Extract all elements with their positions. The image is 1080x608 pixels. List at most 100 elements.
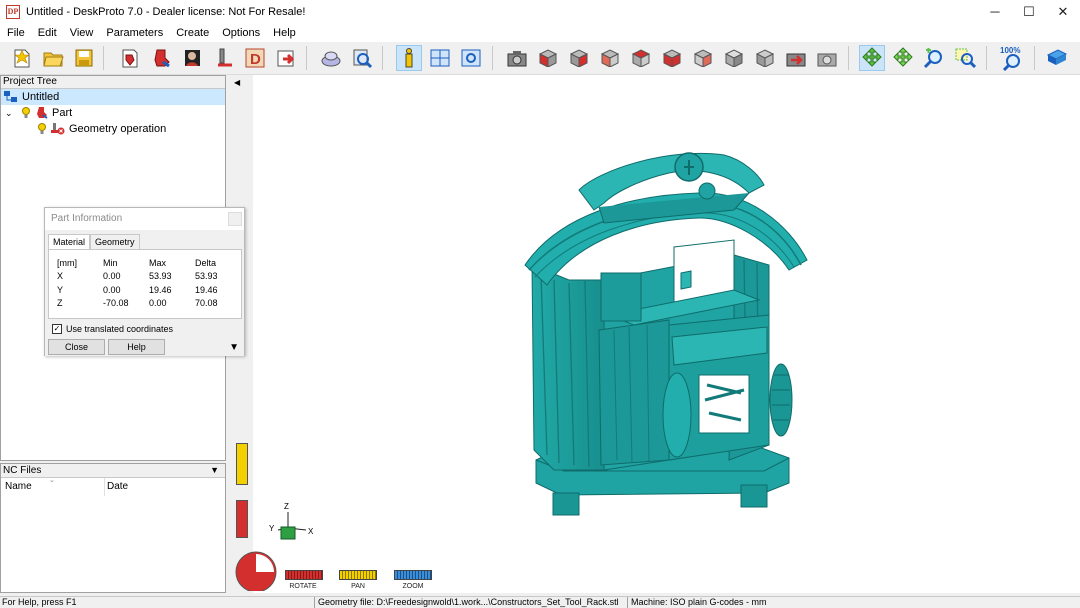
row-axis: X xyxy=(57,271,64,282)
pan-label: PAN xyxy=(351,583,365,590)
svg-text:D: D xyxy=(250,51,261,68)
zoom-mode-button[interactable] xyxy=(921,45,947,71)
collapse-arrow-icon[interactable]: ◀ xyxy=(234,78,240,87)
operation-error-icon xyxy=(51,123,65,135)
zoom-100-icon: 100% xyxy=(1000,46,1020,71)
camera-button[interactable] xyxy=(504,45,530,71)
dialog-title-bar[interactable]: Part Information xyxy=(45,208,244,230)
zoom-100-label: 100% xyxy=(1000,46,1020,55)
view-side-button[interactable] xyxy=(597,45,623,71)
view-front-button[interactable] xyxy=(566,45,592,71)
translated-coords-option[interactable]: ✓ Use translated coordinates xyxy=(52,324,173,334)
tree-item-geometry-operation[interactable]: Geometry operation xyxy=(1,121,225,137)
tree-label-untitled: Untitled xyxy=(22,91,60,103)
export-icon xyxy=(277,50,295,67)
info-button[interactable] xyxy=(396,45,422,71)
grey-cube-2-icon xyxy=(755,49,775,67)
screen-button[interactable] xyxy=(458,45,484,71)
layers-button[interactable] xyxy=(318,45,344,71)
part-button[interactable] xyxy=(149,45,175,71)
rotate-dial[interactable] xyxy=(233,549,279,591)
pan-mode-button[interactable] xyxy=(890,45,916,71)
reset-view-button[interactable] xyxy=(783,45,809,71)
tab-geometry[interactable]: Geometry xyxy=(90,234,140,249)
open-button[interactable] xyxy=(40,45,66,71)
menu-view[interactable]: View xyxy=(63,27,100,39)
view-iso-button[interactable] xyxy=(535,45,561,71)
menu-bar: File Edit View Parameters Create Options… xyxy=(0,24,1080,42)
toolpath-button[interactable] xyxy=(211,45,237,71)
yellow-slider[interactable] xyxy=(236,443,248,485)
expand-chevron-icon[interactable]: ⌄ xyxy=(5,108,17,119)
view-back-button[interactable] xyxy=(690,45,716,71)
open-geometry-button[interactable] xyxy=(117,45,143,71)
cube-side-icon xyxy=(600,49,620,67)
info-icon xyxy=(405,48,413,68)
save-button[interactable] xyxy=(71,45,97,71)
tree-item-part[interactable]: ⌄ Part xyxy=(1,105,225,121)
split-view-button[interactable] xyxy=(427,45,453,71)
pan-slider[interactable] xyxy=(339,570,377,580)
layers-icon xyxy=(321,51,341,67)
menu-parameters[interactable]: Parameters xyxy=(99,27,169,39)
status-bar: For Help, press F1 Geometry file: D:\Fre… xyxy=(0,596,1080,608)
menu-help[interactable]: Help xyxy=(266,27,302,39)
dropdown-arrow-icon[interactable]: ▼ xyxy=(210,464,219,477)
axis-indicator: Z Y X xyxy=(269,502,314,540)
status-machine: Machine: ISO plain G-codes - mm xyxy=(631,597,767,607)
camera-icon xyxy=(507,51,527,67)
sort-arrow-icon: ⌄ xyxy=(49,477,55,484)
close-dialog-button[interactable]: Close xyxy=(48,339,105,355)
lightbulb-icon[interactable] xyxy=(21,107,31,119)
table-row: Z -70.08 0.00 70.08 xyxy=(57,297,218,311)
zoom-window-button[interactable] xyxy=(952,45,978,71)
rotate-mode-button[interactable] xyxy=(859,45,885,71)
menu-create[interactable]: Create xyxy=(169,27,215,39)
dialog-tabs: Material Geometry xyxy=(48,234,140,250)
main-toolbar: D 100% xyxy=(0,42,1080,75)
new-project-button[interactable] xyxy=(9,45,35,71)
menu-file[interactable]: File xyxy=(0,27,31,39)
zoom-100-button[interactable]: 100% xyxy=(999,45,1025,71)
help-book-button[interactable] xyxy=(1044,45,1070,71)
close-button[interactable]: ✕ xyxy=(1046,0,1080,24)
red-slider[interactable] xyxy=(236,500,248,538)
view-grey-1-button[interactable] xyxy=(721,45,747,71)
view-top-button[interactable] xyxy=(628,45,654,71)
nc-files-header: NC Files ▼ xyxy=(1,464,225,478)
menu-options[interactable]: Options xyxy=(215,27,266,39)
dialog-close-icon[interactable] xyxy=(228,212,242,226)
3d-viewport[interactable] xyxy=(229,75,1080,593)
d-operation-button[interactable]: D xyxy=(242,45,268,71)
view-bottom-button[interactable] xyxy=(659,45,685,71)
lightbulb-icon[interactable] xyxy=(37,123,47,135)
pan-mode-icon xyxy=(893,47,913,67)
expand-down-icon[interactable]: ▼ xyxy=(229,342,239,353)
view-grey-2-button[interactable] xyxy=(752,45,778,71)
project-tree-header: Project Tree xyxy=(1,76,225,89)
row-min: 0.00 xyxy=(103,271,121,282)
minimize-button[interactable]: ─ xyxy=(978,0,1012,24)
camera-grey-button[interactable] xyxy=(814,45,840,71)
d-icon: D xyxy=(245,48,265,68)
zoom-slider[interactable] xyxy=(394,570,432,580)
table-header-row: [mm] Min Max Delta xyxy=(57,256,218,270)
camera-grey-icon xyxy=(817,53,837,67)
tool-rack-model xyxy=(524,152,808,516)
axis-x-label: X xyxy=(308,527,314,536)
image-button[interactable] xyxy=(180,45,206,71)
tree-item-untitled[interactable]: Untitled xyxy=(1,89,225,105)
translated-coords-checkbox[interactable]: ✓ xyxy=(52,324,62,334)
toolpath-icon xyxy=(218,48,232,67)
header-max: Max xyxy=(149,257,167,268)
rotate-slider[interactable] xyxy=(285,570,323,580)
export-button[interactable] xyxy=(273,45,299,71)
column-header-date[interactable]: Date xyxy=(105,478,128,496)
split-view-icon xyxy=(430,49,450,67)
inspect-button[interactable] xyxy=(349,45,375,71)
menu-edit[interactable]: Edit xyxy=(31,27,63,39)
maximize-button[interactable]: ☐ xyxy=(1012,0,1046,24)
tab-material[interactable]: Material xyxy=(48,234,91,250)
open-folder-icon xyxy=(43,52,64,67)
help-dialog-button[interactable]: Help xyxy=(108,339,165,355)
